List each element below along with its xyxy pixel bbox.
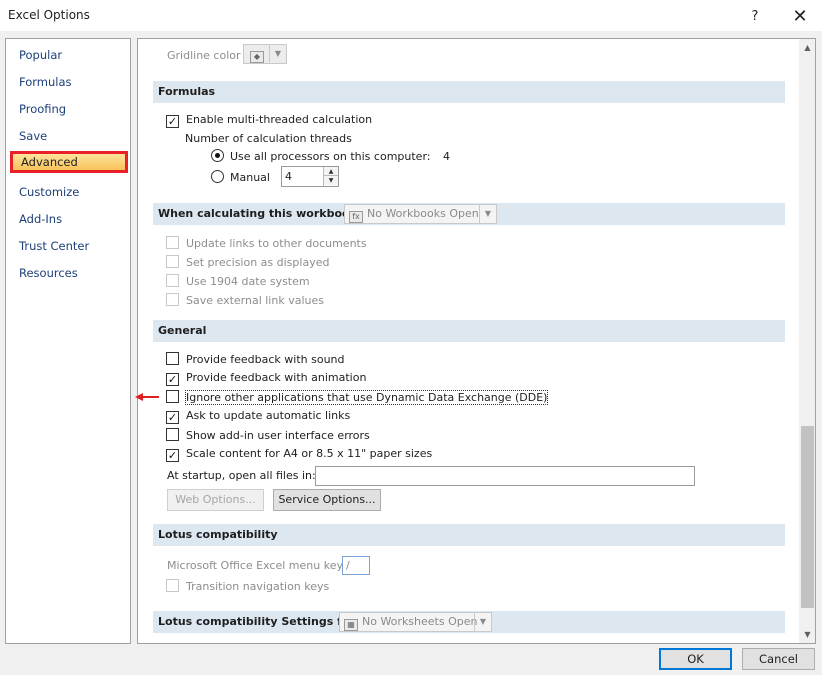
- multithread-label: Enable multi-threaded calculation: [186, 113, 373, 126]
- menu-key-label: Microsoft Office Excel menu key:: [167, 559, 346, 572]
- use-all-processors-radio[interactable]: [211, 149, 224, 162]
- date-1904-label: Use 1904 date system: [186, 275, 310, 288]
- service-options-button[interactable]: Service Options...: [273, 489, 381, 511]
- feedback-sound-checkbox[interactable]: [166, 352, 179, 365]
- multithread-option[interactable]: ✓ Enable multi-threaded calculation: [166, 113, 372, 128]
- scale-content-label: Scale content for A4 or 8.5 x 11" paper …: [186, 447, 433, 460]
- manual-threads-label: Manual: [230, 171, 270, 184]
- ok-button[interactable]: OK: [659, 648, 732, 670]
- scroll-up-icon[interactable]: ▲: [799, 39, 815, 56]
- title-bar: Excel Options ? ✕: [0, 0, 822, 32]
- update-links-option: Update links to other documents: [166, 236, 367, 250]
- date-1904-checkbox: [166, 274, 179, 287]
- set-precision-option: Set precision as displayed: [166, 255, 329, 269]
- date-1904-option: Use 1904 date system: [166, 274, 310, 288]
- nav-item-trust-center[interactable]: Trust Center: [19, 235, 89, 257]
- advanced-content: Gridline color ◆ ▼ Formulas ✓ Enable mult…: [138, 39, 799, 643]
- transition-keys-option: Transition navigation keys: [166, 579, 329, 593]
- nav-item-resources[interactable]: Resources: [19, 262, 78, 284]
- gridline-color-dropdown[interactable]: ◆ ▼: [243, 44, 287, 64]
- vertical-scrollbar[interactable]: ▲ ▼: [799, 39, 815, 643]
- use-all-processors-option[interactable]: Use all processors on this computer: 4: [211, 149, 450, 163]
- section-workbook-title: When calculating this workbook:: [158, 207, 362, 220]
- workbook-dropdown-value: No Workbooks Open: [367, 207, 479, 220]
- set-precision-checkbox: [166, 255, 179, 268]
- section-lotus: Lotus compatibility: [153, 524, 785, 546]
- close-button[interactable]: ✕: [778, 0, 822, 32]
- worksheet-dropdown-value: No Worksheets Open: [362, 615, 478, 628]
- paint-bucket-icon: ◆: [250, 51, 264, 63]
- nav-item-formulas[interactable]: Formulas: [19, 71, 72, 93]
- nav-item-add-ins[interactable]: Add-Ins: [19, 208, 62, 230]
- feedback-animation-option[interactable]: ✓ Provide feedback with animation: [166, 371, 366, 386]
- web-options-button: Web Options...: [167, 489, 264, 511]
- advanced-panel: Gridline color ◆ ▼ Formulas ✓ Enable mult…: [137, 38, 816, 644]
- chevron-down-icon: ▼: [474, 613, 491, 631]
- threads-label: Number of calculation threads: [185, 132, 352, 145]
- scroll-down-icon[interactable]: ▼: [799, 626, 815, 643]
- section-general-title: General: [158, 324, 207, 337]
- update-links-label: Update links to other documents: [186, 237, 367, 250]
- update-links-checkbox: [166, 236, 179, 249]
- ask-update-links-option[interactable]: ✓ Ask to update automatic links: [166, 409, 350, 424]
- feedback-sound-label: Provide feedback with sound: [186, 353, 345, 366]
- section-general: General: [153, 320, 785, 342]
- section-lotus-settings: Lotus compatibility Settings for: ▦ No Wo…: [153, 611, 785, 633]
- worksheet-dropdown[interactable]: ▦ No Worksheets Open ▼: [339, 612, 492, 632]
- manual-threads-option[interactable]: Manual: [211, 170, 270, 184]
- options-nav: Popular Formulas Proofing Save Advanced …: [5, 38, 131, 644]
- section-formulas-title: Formulas: [158, 85, 216, 98]
- addin-errors-option[interactable]: Show add-in user interface errors: [166, 428, 370, 442]
- workbook-icon: fx: [349, 211, 363, 223]
- startup-folder-input[interactable]: [315, 466, 695, 486]
- nav-item-popular[interactable]: Popular: [19, 44, 62, 66]
- feedback-animation-label: Provide feedback with animation: [186, 371, 367, 384]
- scale-content-option[interactable]: ✓ Scale content for A4 or 8.5 x 11" paper…: [166, 447, 432, 462]
- feedback-sound-option[interactable]: Provide feedback with sound: [166, 352, 345, 366]
- save-link-values-checkbox: [166, 293, 179, 306]
- manual-threads-value: 4: [285, 170, 292, 183]
- section-formulas: Formulas: [153, 81, 785, 103]
- addin-errors-label: Show add-in user interface errors: [186, 429, 370, 442]
- save-link-values-option: Save external link values: [166, 293, 324, 307]
- ignore-dde-label: Ignore other applications that use Dynam…: [184, 390, 549, 405]
- manual-threads-stepper[interactable]: 4 ▲ ▼: [281, 166, 339, 187]
- startup-folder-label: At startup, open all files in:: [167, 469, 316, 482]
- stepper-up-icon[interactable]: ▲: [324, 167, 338, 176]
- transition-keys-checkbox: [166, 579, 179, 592]
- section-workbook: When calculating this workbook: fx No Wor…: [153, 203, 785, 225]
- nav-item-customize[interactable]: Customize: [19, 181, 79, 203]
- addin-errors-checkbox[interactable]: [166, 428, 179, 441]
- help-button[interactable]: ?: [733, 0, 777, 32]
- cancel-button[interactable]: Cancel: [742, 648, 815, 670]
- ignore-dde-checkbox[interactable]: [166, 390, 179, 403]
- transition-keys-label: Transition navigation keys: [186, 580, 330, 593]
- stepper-down-icon[interactable]: ▼: [324, 176, 338, 185]
- chevron-down-icon: ▼: [269, 45, 286, 63]
- gridline-color-label: Gridline color: [167, 49, 241, 62]
- set-precision-label: Set precision as displayed: [186, 256, 330, 269]
- worksheet-icon: ▦: [344, 619, 358, 631]
- use-all-processors-label: Use all processors on this computer:: [230, 150, 431, 163]
- nav-item-proofing[interactable]: Proofing: [19, 98, 66, 120]
- nav-item-save[interactable]: Save: [19, 125, 47, 147]
- multithread-checkbox[interactable]: ✓: [166, 115, 179, 128]
- nav-item-advanced[interactable]: Advanced: [10, 151, 128, 173]
- scale-content-checkbox[interactable]: ✓: [166, 449, 179, 462]
- menu-key-input[interactable]: /: [342, 556, 370, 575]
- window-title: Excel Options: [8, 8, 90, 22]
- processor-count: 4: [442, 150, 450, 163]
- manual-threads-radio[interactable]: [211, 170, 224, 183]
- scrollbar-thumb[interactable]: [801, 426, 814, 608]
- ignore-dde-option[interactable]: Ignore other applications that use Dynam…: [166, 390, 549, 405]
- section-lotus-title: Lotus compatibility: [158, 528, 278, 541]
- ask-update-links-checkbox[interactable]: ✓: [166, 411, 179, 424]
- section-lotus-settings-title: Lotus compatibility Settings for:: [158, 615, 360, 628]
- annotation-arrow-icon: [135, 393, 159, 401]
- workbook-dropdown[interactable]: fx No Workbooks Open ▼: [344, 204, 497, 224]
- ask-update-links-label: Ask to update automatic links: [186, 409, 351, 422]
- feedback-animation-checkbox[interactable]: ✓: [166, 373, 179, 386]
- save-link-values-label: Save external link values: [186, 294, 324, 307]
- chevron-down-icon: ▼: [479, 205, 496, 223]
